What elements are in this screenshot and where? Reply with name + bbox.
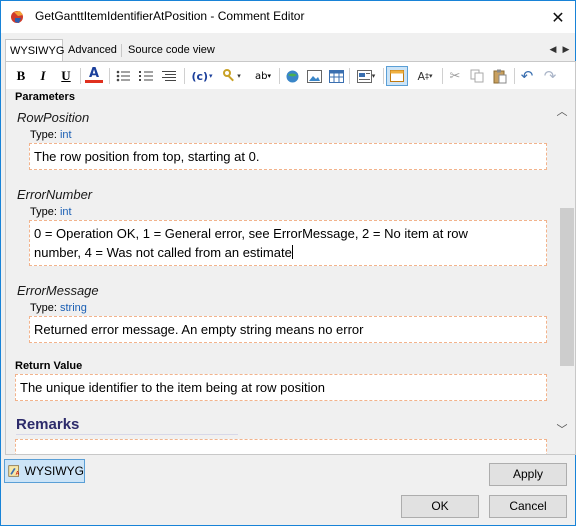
undo-button[interactable]: ↶ — [518, 66, 536, 86]
window-mode-button[interactable] — [386, 66, 408, 86]
scroll-up-icon[interactable]: ︿ — [555, 105, 569, 119]
param-type[interactable]: string — [60, 302, 87, 314]
key-icon — [223, 69, 235, 82]
paste-button[interactable] — [491, 66, 509, 86]
wysiwyg-mode-button[interactable]: A WYSIWYG — [4, 459, 85, 483]
apply-button[interactable]: Apply — [489, 463, 567, 486]
param-name-errormessage: ErrorMessage — [17, 283, 99, 298]
tab-wysiwyg[interactable]: WYSIWYG — [5, 39, 64, 62]
comment-editor-window: GetGanttItemIdentifierAtPosition - Comme… — [0, 0, 576, 526]
image-button[interactable] — [305, 66, 323, 86]
redo-icon: ↷ — [543, 67, 557, 85]
numbered-list-icon — [139, 71, 153, 81]
bulleted-list-button[interactable] — [114, 66, 132, 86]
paste-icon — [493, 69, 507, 83]
scroll-thumb[interactable] — [560, 208, 574, 366]
app-icon — [11, 11, 23, 23]
copy-button[interactable] — [468, 66, 486, 86]
title-bar[interactable]: GetGanttItemIdentifierAtPosition - Comme… — [1, 1, 575, 33]
tab-scroll-right-icon[interactable]: ▶ — [561, 43, 571, 57]
undo-icon: ↶ — [520, 67, 534, 85]
param-name-rowposition: RowPosition — [17, 110, 90, 125]
tab-source-code-view[interactable]: Source code view — [124, 39, 219, 61]
cut-button[interactable]: ✂ — [446, 66, 464, 86]
format-toolbar: B I U A (c) ▾ ▾ ab ▾ ▾ A ‡ ▾ ✂ ↶ ↷ — [6, 62, 575, 89]
copy-icon — [470, 69, 484, 83]
param-type[interactable]: int — [60, 129, 72, 141]
editor-tabs: WYSIWYG Advanced Source code view ◀ ▶ — [1, 39, 575, 62]
param-type-line: Type: string — [30, 302, 87, 314]
param-type-line: Type: int — [30, 129, 72, 141]
paragraph-style-icon — [356, 69, 372, 83]
font-color-button[interactable]: A — [85, 66, 103, 83]
tab-advanced[interactable]: Advanced — [64, 39, 121, 61]
editor-panel: B I U A (c) ▾ ▾ ab ▾ ▾ A ‡ ▾ ✂ ↶ ↷ Param… — [5, 61, 576, 455]
document-content[interactable]: Parameters RowPosition Type: int The row… — [6, 89, 547, 454]
bullet-list-icon — [116, 70, 130, 82]
svg-text:A: A — [16, 471, 20, 477]
table-button[interactable] — [327, 66, 345, 86]
window-title: GetGanttItemIdentifierAtPosition - Comme… — [35, 9, 305, 23]
ok-button[interactable]: OK — [401, 495, 479, 518]
tab-scroll-left-icon[interactable]: ◀ — [548, 43, 558, 57]
underline-button[interactable]: U — [57, 66, 75, 86]
vertical-scrollbar[interactable]: ︿ ﹀ — [547, 89, 575, 454]
param-description-field[interactable]: 0 = Operation OK, 1 = General error, see… — [29, 220, 547, 266]
paragraph-style-button[interactable]: ▾ — [353, 66, 379, 86]
param-type-line: Type: int — [30, 206, 72, 218]
globe-link-icon — [286, 70, 298, 82]
numbered-list-button[interactable] — [137, 66, 155, 86]
code-button[interactable]: (c) ▾ — [189, 66, 215, 86]
font-size-button[interactable]: A ‡ ▾ — [412, 66, 438, 86]
remarks-heading: Remarks — [16, 416, 80, 433]
tab-divider — [121, 44, 122, 57]
remarks-field[interactable] — [15, 439, 547, 454]
return-value-field[interactable]: The unique identifier to the item being … — [15, 374, 547, 401]
scroll-down-icon[interactable]: ﹀ — [555, 423, 569, 437]
scissors-icon: ✂ — [449, 68, 461, 84]
edit-document-icon: A — [8, 465, 20, 477]
close-icon: ✕ — [551, 7, 565, 27]
param-type[interactable]: int — [60, 206, 72, 218]
return-value-heading: Return Value — [15, 360, 83, 372]
subscript-button[interactable]: ab ▾ — [250, 66, 276, 86]
remarks-divider — [16, 434, 238, 435]
param-description-field[interactable]: The row position from top, starting at 0… — [29, 143, 547, 170]
align-button[interactable] — [160, 66, 178, 86]
text-caret — [291, 245, 293, 259]
parameters-heading: Parameters — [15, 91, 75, 103]
link-button[interactable] — [283, 66, 301, 86]
close-button[interactable]: ✕ — [541, 1, 575, 33]
param-description-field[interactable]: Returned error message. An empty string … — [29, 316, 547, 343]
image-icon — [306, 69, 322, 83]
align-icon — [162, 71, 176, 81]
key-button[interactable]: ▾ — [219, 66, 245, 86]
window-icon — [390, 70, 404, 82]
cancel-button[interactable]: Cancel — [489, 495, 567, 518]
bold-button[interactable]: B — [12, 66, 30, 86]
redo-button[interactable]: ↷ — [541, 66, 559, 86]
param-name-errornumber: ErrorNumber — [17, 187, 93, 202]
table-icon — [328, 69, 344, 83]
italic-button[interactable]: I — [34, 66, 52, 86]
